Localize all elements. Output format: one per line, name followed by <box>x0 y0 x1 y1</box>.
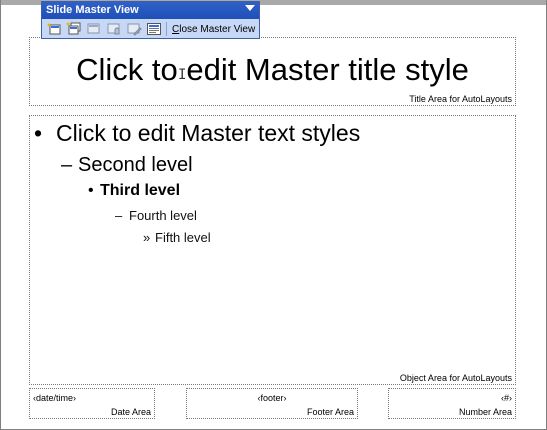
date-area-label: Date Area <box>110 407 151 417</box>
rename-master-icon <box>127 23 142 36</box>
text-cursor-icon: I <box>178 67 187 83</box>
bullet-level-3: • <box>88 182 94 199</box>
delete-master-button[interactable] <box>84 21 104 37</box>
level-1-text: Click to edit Master text styles <box>56 120 361 146</box>
level-5-text: Fifth level <box>155 230 211 245</box>
insert-new-title-master-button[interactable] <box>64 21 84 37</box>
title-placeholder[interactable]: Click to edit Master title style I Title… <box>29 37 516 106</box>
footer-placeholder[interactable]: ‹footer› Footer Area <box>186 388 358 419</box>
text-level-4[interactable]: – Fourth level <box>115 208 197 223</box>
date-placeholder[interactable]: ‹date/time› Date Area <box>29 388 155 419</box>
master-layout-icon <box>147 23 161 35</box>
toolbar-title: Slide Master View <box>46 4 139 16</box>
rename-master-button[interactable] <box>124 21 144 37</box>
master-layout-button[interactable] <box>144 21 164 37</box>
date-field: ‹date/time› <box>33 393 77 403</box>
text-level-2[interactable]: – Second level <box>61 154 193 177</box>
close-master-view-button[interactable]: Close Master View <box>170 24 257 35</box>
footer-field: ‹footer› <box>257 393 287 403</box>
insert-new-slide-master-icon <box>47 23 61 35</box>
preserve-master-button[interactable] <box>104 21 124 37</box>
level-3-text: Third level <box>100 182 181 199</box>
text-level-5[interactable]: » Fifth level <box>143 230 211 245</box>
bullet-level-5: » <box>143 230 151 245</box>
number-placeholder[interactable]: ‹#› Number Area <box>388 388 516 419</box>
master-title-text[interactable]: Click to edit Master title style <box>30 52 515 88</box>
preserve-master-icon <box>107 23 120 35</box>
insert-new-title-master-icon <box>66 22 81 35</box>
insert-new-slide-master-button[interactable] <box>44 21 64 37</box>
toolbar-options-dropdown-icon[interactable] <box>245 5 255 11</box>
number-area-label: Number Area <box>458 407 512 417</box>
level-4-text: Fourth level <box>129 208 197 223</box>
delete-master-icon <box>87 23 100 34</box>
close-master-view-label: lose Master View <box>179 23 256 35</box>
toolbar-buttons: Close Master View <box>44 21 257 37</box>
slide-number-field: ‹#› <box>501 393 512 403</box>
text-level-1[interactable]: • Click to edit Master text styles <box>34 120 360 147</box>
level-2-text: Second level <box>78 154 193 176</box>
bullet-level-2: – <box>61 154 73 176</box>
object-placeholder[interactable]: • Click to edit Master text styles – Secon… <box>29 115 516 385</box>
text-level-3[interactable]: • Third level <box>88 182 180 200</box>
bullet-level-4: – <box>115 208 123 223</box>
toolbar-titlebar[interactable]: Slide Master View <box>42 2 259 19</box>
title-area-label: Title Area for AutoLayouts <box>409 94 512 104</box>
footer-area-label: Footer Area <box>306 407 354 417</box>
slide-master-view-toolbar[interactable]: Slide Master View Close Master View <box>41 1 260 39</box>
object-area-label: Object Area for AutoLayouts <box>399 373 512 383</box>
bullet-level-1: • <box>34 120 43 146</box>
toolbar-separator <box>166 22 167 36</box>
